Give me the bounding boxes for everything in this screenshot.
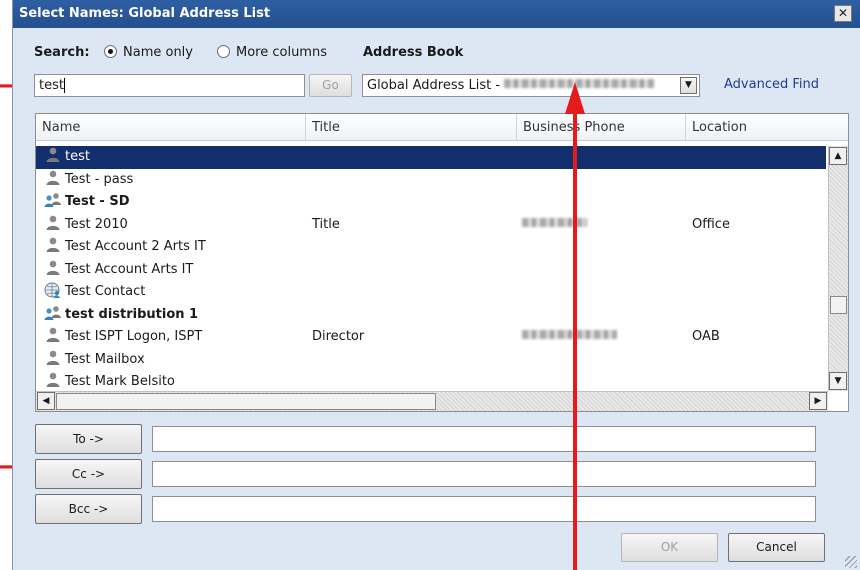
scroll-left-icon[interactable]: ◀: [37, 392, 55, 410]
name-only-radio[interactable]: Name only: [104, 45, 193, 60]
list-item-name: Test Mailbox: [65, 351, 145, 367]
resize-grip-icon[interactable]: [845, 556, 857, 568]
list-item-name: Test Account Arts IT: [65, 261, 194, 277]
annotation-arrow-line: [573, 112, 577, 570]
list-header: Name Title Business Phone Location: [36, 114, 848, 141]
cancel-button-label: Cancel: [756, 540, 797, 554]
name-only-label: Name only: [123, 45, 193, 60]
list-item-title: Title: [312, 216, 340, 232]
user-icon: [44, 236, 62, 254]
redacted-phone: [522, 214, 587, 237]
address-list: Name Title Business Phone Location test T…: [35, 113, 849, 412]
user-icon: [44, 146, 62, 164]
column-header-name[interactable]: Name: [36, 114, 306, 141]
to-field[interactable]: [152, 426, 816, 452]
advanced-find-link[interactable]: Advanced Find: [724, 77, 819, 92]
bcc-field[interactable]: [152, 496, 816, 522]
search-input[interactable]: test: [34, 74, 305, 97]
go-button[interactable]: Go: [309, 74, 352, 97]
list-item[interactable]: Test Contact: [36, 281, 826, 304]
scroll-right-icon[interactable]: ▶: [809, 392, 827, 410]
address-book-selected: Global Address List -: [367, 78, 505, 93]
user-icon: [44, 214, 62, 232]
text-caret: [63, 78, 65, 93]
redacted-phone: [522, 326, 617, 349]
list-item-name: Test 2010: [65, 216, 128, 232]
cancel-button[interactable]: Cancel: [728, 533, 825, 562]
list-item[interactable]: Test Account 2 Arts IT: [36, 236, 826, 259]
column-header-business-phone[interactable]: Business Phone: [517, 114, 686, 141]
list-item[interactable]: Test - pass: [36, 169, 826, 192]
contact-globe-icon: [44, 281, 62, 299]
list-item-name: Test ISPT Logon, ISPT: [65, 329, 203, 344]
chevron-down-icon[interactable]: ▼: [680, 77, 697, 94]
user-icon: [44, 259, 62, 277]
radio-unchecked-icon: [217, 45, 230, 58]
annotation-arrow-head: [565, 82, 585, 114]
list-item-name: test distribution 1: [65, 306, 199, 322]
list-item-name: Test Account 2 Arts IT: [65, 239, 206, 254]
title-bar: Select Names: Global Address List: [13, 0, 860, 28]
scroll-down-icon[interactable]: ▼: [829, 372, 847, 390]
search-label: Search:: [34, 45, 90, 60]
list-item-location: Office: [692, 216, 730, 232]
list-item-name: test: [65, 149, 90, 164]
more-columns-label: More columns: [236, 45, 327, 60]
list-item-name: Test - pass: [65, 171, 134, 187]
list-item[interactable]: Test ISPT Logon, ISPT Director OAB: [36, 326, 826, 349]
list-item[interactable]: Test Account Arts IT: [36, 259, 826, 282]
list-item-title: Director: [312, 329, 365, 344]
more-columns-radio[interactable]: More columns: [217, 45, 327, 60]
vertical-scrollbar[interactable]: ▲ ▼: [828, 146, 848, 391]
to-button[interactable]: To ->: [35, 424, 142, 454]
column-header-title[interactable]: Title: [306, 114, 517, 141]
cc-button[interactable]: Cc ->: [35, 459, 142, 489]
column-header-location[interactable]: Location: [686, 114, 848, 141]
list-item[interactable]: Test 2010 Title Office: [36, 214, 826, 237]
go-button-label: Go: [322, 78, 339, 92]
bcc-button-label: Bcc ->: [68, 502, 109, 516]
address-book-select[interactable]: Global Address List - ▼: [362, 74, 700, 97]
user-icon: [44, 169, 62, 187]
list-item-location: OAB: [692, 329, 720, 344]
list-item-name: Test Mark Belsito: [65, 374, 175, 389]
select-names-dialog: Select Names: Global Address List ✕ Sear…: [12, 0, 860, 570]
list-item-name: Test Contact: [65, 284, 146, 299]
list-item[interactable]: Test Mailbox: [36, 349, 826, 372]
search-input-value: test: [39, 78, 64, 93]
list-item[interactable]: test distribution 1: [36, 304, 826, 327]
horizontal-scroll-thumb[interactable]: [56, 393, 436, 410]
cc-button-label: Cc ->: [71, 467, 106, 481]
list-item-name: Test - SD: [65, 194, 130, 209]
dialog-title: Select Names: Global Address List: [19, 6, 271, 21]
list-item[interactable]: test: [36, 146, 826, 169]
user-icon: [44, 326, 62, 344]
user-icon: [44, 371, 62, 389]
cc-field[interactable]: [152, 461, 816, 487]
bcc-button[interactable]: Bcc ->: [35, 494, 142, 524]
close-icon: ✕: [837, 6, 849, 20]
ok-button-label: OK: [660, 540, 679, 554]
address-book-label: Address Book: [363, 45, 464, 60]
radio-checked-icon: [104, 45, 117, 58]
close-button[interactable]: ✕: [834, 5, 852, 22]
list-rows: test Test - pass Test - SD Test 2010 Title Of…: [36, 146, 826, 394]
ok-button[interactable]: OK: [621, 533, 718, 562]
scroll-up-icon[interactable]: ▲: [829, 147, 847, 165]
group-icon: [44, 191, 62, 209]
group-icon: [44, 304, 62, 322]
horizontal-scrollbar[interactable]: ◀ ▶: [36, 391, 828, 411]
vertical-scroll-thumb[interactable]: [830, 296, 847, 314]
to-button-label: To ->: [73, 432, 104, 446]
user-icon: [44, 349, 62, 367]
list-item[interactable]: Test - SD: [36, 191, 826, 214]
